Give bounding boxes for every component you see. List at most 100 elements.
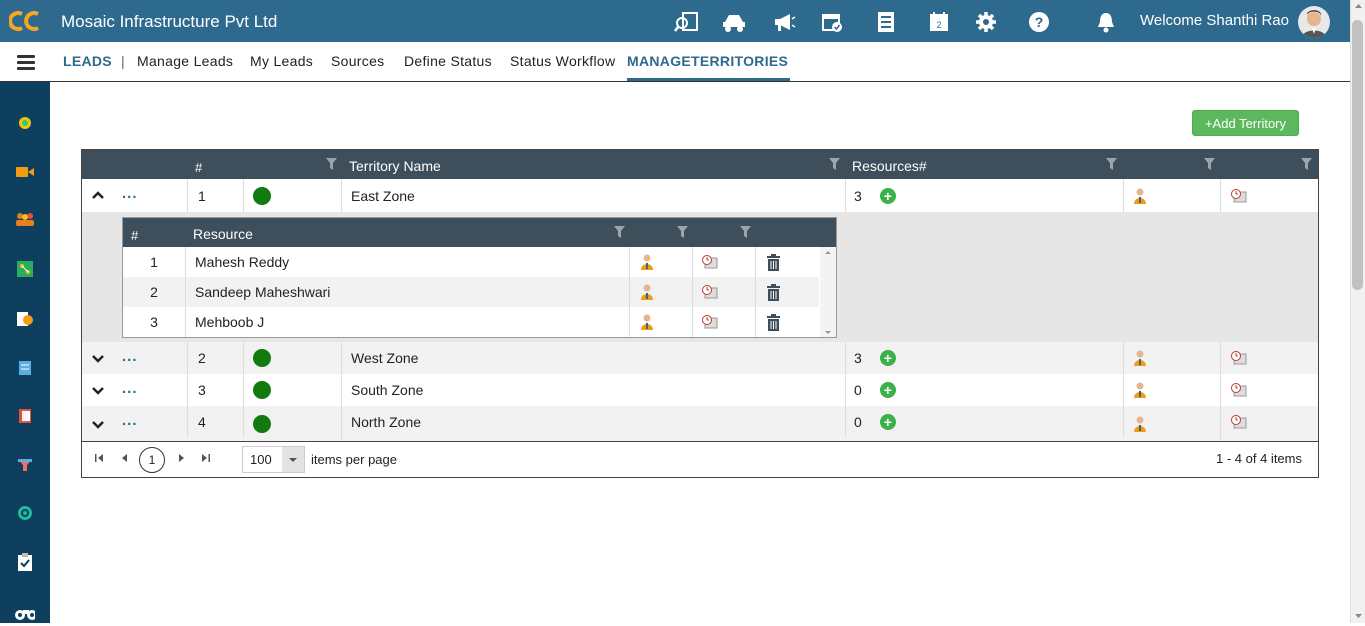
nav-separator: | [121,53,125,69]
resource-subgrid: # Resource 1 Mahesh Reddy 2 Sandeep Mahe… [122,217,837,338]
collapse-chevron-icon[interactable] [91,190,105,200]
app-logo-icon[interactable] [9,8,43,34]
gear-icon[interactable] [973,9,999,35]
filter-territory-name-icon[interactable] [829,158,840,170]
page-size-select[interactable]: 100 [242,446,305,473]
history-icon[interactable] [1221,374,1318,406]
page-size-value: 100 [250,452,272,467]
truck-icon[interactable] [721,9,747,35]
megaphone-icon[interactable] [771,9,797,35]
header-resources[interactable]: Resources# [852,158,927,174]
filter-history-icon[interactable] [1301,158,1312,170]
add-territory-button[interactable]: +Add Territory [1192,110,1299,136]
svg-text:?: ? [1035,14,1044,30]
assign-person-icon[interactable] [630,247,693,277]
history-icon[interactable] [1221,179,1318,212]
table-row[interactable]: ... 3 South Zone 0 + [82,374,1318,406]
filter-sub-assign-icon[interactable] [677,226,688,238]
assign-person-icon[interactable] [1124,179,1221,212]
last-page-icon[interactable] [201,453,211,463]
calendar-check-icon[interactable] [819,9,845,35]
row-menu-icon[interactable]: ... [122,185,138,202]
video-icon[interactable] [15,162,35,182]
assign-person-icon[interactable] [1124,374,1221,406]
row-menu-icon[interactable]: ... [122,412,138,429]
notepad-icon[interactable] [15,358,35,378]
calendar-icon[interactable]: 2 [926,9,952,35]
history-icon[interactable] [693,307,756,337]
assign-person-icon[interactable] [630,277,693,307]
page-size-label: items per page [311,452,397,467]
dashboard-icon[interactable] [15,113,35,133]
book-icon[interactable] [15,406,35,426]
table-row[interactable]: ... 1 East Zone 3 + [82,179,1318,212]
expand-chevron-icon[interactable] [91,386,105,396]
header-territory-name[interactable]: Territory Name [349,158,441,174]
add-resource-icon[interactable]: + [879,414,896,430]
filter-resource-icon[interactable] [614,226,625,238]
funnel-icon[interactable] [15,455,35,475]
next-page-icon[interactable] [176,453,186,463]
history-icon[interactable] [1221,342,1318,374]
nav-leads[interactable]: LEADS [63,53,112,69]
filter-number-icon[interactable] [326,158,337,170]
assign-person-icon[interactable] [630,307,693,337]
nav-define-status[interactable]: Define Status [404,53,492,69]
pie-chart-icon[interactable] [15,309,35,329]
nav-sources[interactable]: Sources [331,53,384,69]
network-icon[interactable] [15,259,35,279]
nav-manage-territories[interactable]: MANAGETERRITORIES [627,53,788,69]
subgrid-scrollbar[interactable] [820,247,836,337]
delete-icon[interactable] [756,277,819,307]
sub-cell-number: 3 [123,307,186,337]
add-resource-icon[interactable]: + [879,382,896,398]
clipboard-check-icon[interactable] [15,552,35,572]
resources-cell: 0 + [846,406,1124,438]
history-icon[interactable] [693,247,756,277]
subgrid-row[interactable]: 1 Mahesh Reddy [123,247,819,277]
target-icon[interactable] [15,503,35,523]
help-icon[interactable]: ? [1026,9,1052,35]
subgrid-row[interactable]: 2 Sandeep Maheshwari [123,277,819,307]
expand-chevron-icon[interactable] [91,420,105,430]
header-number: # [195,160,203,175]
sub-header-resource[interactable]: Resource [193,226,253,242]
document-list-icon[interactable] [873,9,899,35]
history-icon[interactable] [693,277,756,307]
avatar[interactable] [1298,6,1330,38]
nav-manage-leads[interactable]: Manage Leads [137,53,233,69]
delete-icon[interactable] [756,247,819,277]
sidebar [0,82,50,623]
filter-sub-history-icon[interactable] [740,226,751,238]
filter-assign-icon[interactable] [1204,158,1215,170]
expand-chevron-icon[interactable] [91,354,105,364]
row-detail: # Resource 1 Mahesh Reddy 2 Sandeep Mahe… [82,212,1318,342]
assign-person-icon[interactable] [1124,342,1221,374]
status-dot [253,349,271,367]
chevron-down-icon[interactable] [282,447,304,472]
delete-icon[interactable] [756,307,819,337]
binoculars-icon[interactable] [15,603,35,623]
page-scrollbar-thumb[interactable] [1352,20,1363,290]
nav-my-leads[interactable]: My Leads [250,53,313,69]
add-resource-icon[interactable]: + [879,187,896,204]
table-row[interactable]: ... 2 West Zone 3 + [82,342,1318,374]
previous-page-icon[interactable] [120,453,130,463]
cell-number: 2 [187,342,244,374]
history-icon[interactable] [1221,406,1318,438]
row-menu-icon[interactable]: ... [122,380,138,397]
hamburger-menu-icon[interactable] [17,55,35,70]
sub-cell-number: 2 [123,277,186,307]
nav-status-workflow[interactable]: Status Workflow [510,53,615,69]
subgrid-row[interactable]: 3 Mehboob J [123,307,819,337]
search-report-icon[interactable] [674,9,700,35]
table-row[interactable]: ... 4 North Zone 0 + [82,406,1318,441]
filter-resources-icon[interactable] [1106,158,1117,170]
bell-icon[interactable] [1093,9,1119,35]
add-resource-icon[interactable]: + [879,350,896,366]
first-page-icon[interactable] [94,453,104,463]
people-icon[interactable] [15,209,35,229]
current-page-button[interactable]: 1 [139,447,165,473]
row-menu-icon[interactable]: ... [122,348,138,365]
assign-person-icon[interactable] [1124,406,1221,441]
